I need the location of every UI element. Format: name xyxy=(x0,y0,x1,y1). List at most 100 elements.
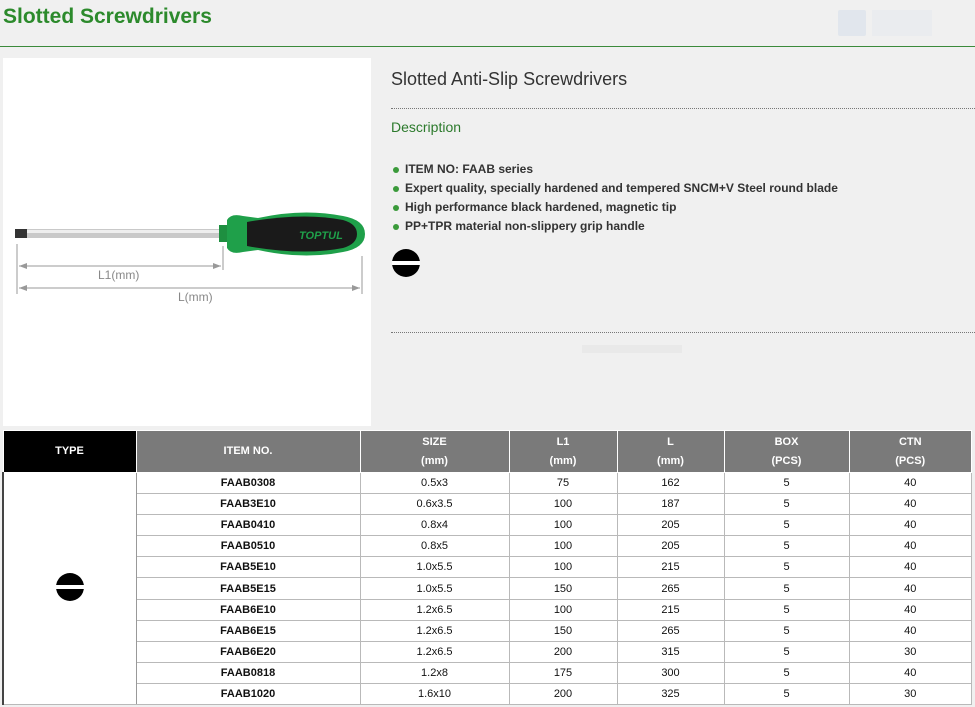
box-cell: 5 xyxy=(723,598,850,621)
size-cell: 0.6x3.5 xyxy=(359,493,510,516)
l-cell: 325 xyxy=(616,682,725,706)
table-row: FAAB3E10 0.6x3.5 100 187 5 40 xyxy=(3,493,972,516)
l1-cell: 100 xyxy=(508,493,618,516)
ctn-cell: 40 xyxy=(848,556,972,579)
product-name: Slotted Anti-Slip Screwdrivers xyxy=(391,69,628,89)
ctn-cell: 40 xyxy=(848,577,972,600)
size-cell: 1.2x8 xyxy=(359,661,510,684)
product-image: TOPTUL L1(mm) L(mm) xyxy=(3,58,371,426)
size-cell: 0.5x3 xyxy=(359,471,510,495)
bullet-icon xyxy=(393,166,399,173)
table-row: FAAB6E20 1.2x6.5 200 315 5 30 xyxy=(3,640,972,663)
header-l1: L1 (mm) xyxy=(508,430,618,473)
bullet-icon xyxy=(393,204,399,211)
header-l: L (mm) xyxy=(616,430,725,473)
size-cell: 1.0x5.5 xyxy=(359,556,510,579)
bullet-icon xyxy=(393,223,399,230)
description-heading: Description xyxy=(391,119,462,135)
ctn-cell: 40 xyxy=(848,661,972,684)
l1-cell: 200 xyxy=(508,640,618,663)
facebook-icon[interactable] xyxy=(838,10,866,36)
ctn-cell: 40 xyxy=(848,619,972,642)
l-cell: 265 xyxy=(616,577,725,600)
ctn-cell: 30 xyxy=(848,682,972,706)
ctn-cell: 40 xyxy=(848,514,972,537)
header-item-no: ITEM NO. xyxy=(135,430,361,473)
item-no-cell: FAAB0308 xyxy=(135,471,361,495)
size-cell: 1.2x6.5 xyxy=(359,640,510,663)
feature-item: High performance black hardened, magneti… xyxy=(393,198,838,217)
box-cell: 5 xyxy=(723,493,850,516)
l1-cell: 100 xyxy=(508,598,618,621)
share-widget[interactable] xyxy=(872,10,932,36)
l-cell: 300 xyxy=(616,661,725,684)
header-size: SIZE (mm) xyxy=(359,430,510,473)
l1-cell: 150 xyxy=(508,619,618,642)
l-cell: 205 xyxy=(616,535,725,558)
divider xyxy=(391,108,975,109)
box-cell: 5 xyxy=(723,556,850,579)
l-cell: 187 xyxy=(616,493,725,516)
feature-item: ITEM NO: FAAB series xyxy=(393,160,838,179)
size-cell: 1.6x10 xyxy=(359,682,510,706)
header-ctn: CTN (PCS) xyxy=(848,430,972,473)
item-no-cell: FAAB6E20 xyxy=(135,640,361,663)
header-divider xyxy=(0,46,975,47)
table-row: FAAB5E10 1.0x5.5 100 215 5 40 xyxy=(3,556,972,579)
l-cell: 265 xyxy=(616,619,725,642)
page-title: Slotted Screwdrivers xyxy=(3,5,212,28)
ctn-cell: 40 xyxy=(848,493,972,516)
l1-cell: 100 xyxy=(508,535,618,558)
table-row: FAAB6E15 1.2x6.5 150 265 5 40 xyxy=(3,619,972,642)
box-cell: 5 xyxy=(723,619,850,642)
spec-table: TYPE ITEM NO. SIZE (mm) L1 (mm) L (mm) BOX(… xyxy=(2,430,972,706)
box-cell: 5 xyxy=(723,577,850,600)
l1-cell: 175 xyxy=(508,661,618,684)
screwdriver-illustration: TOPTUL L1(mm) L(mm) xyxy=(15,212,365,304)
l-cell: 215 xyxy=(616,556,725,579)
table-row: FAAB0410 0.8x4 100 205 5 40 xyxy=(3,514,972,537)
table-header-row: TYPE ITEM NO. SIZE (mm) L1 (mm) L (mm) BOX(… xyxy=(2,430,972,473)
l1-cell: 100 xyxy=(508,514,618,537)
faint-bar xyxy=(582,345,682,353)
ctn-cell: 30 xyxy=(848,640,972,663)
item-no-cell: FAAB6E10 xyxy=(135,598,361,621)
slotted-tip-icon xyxy=(55,573,84,602)
bullet-icon xyxy=(393,185,399,192)
l1-cell: 200 xyxy=(508,682,618,706)
item-no-cell: FAAB6E15 xyxy=(135,619,361,642)
brand-logo: TOPTUL xyxy=(299,230,343,242)
size-cell: 1.0x5.5 xyxy=(359,577,510,600)
box-cell: 5 xyxy=(723,514,850,537)
table-row: FAAB1020 1.6x10 200 325 5 30 xyxy=(3,682,972,706)
ctn-cell: 40 xyxy=(848,535,972,558)
item-no-cell: FAAB3E10 xyxy=(135,493,361,516)
table-row: FAAB6E10 1.2x6.5 100 215 5 40 xyxy=(3,598,972,621)
item-no-cell: FAAB0510 xyxy=(135,535,361,558)
box-cell: 5 xyxy=(723,682,850,706)
table-row: FAAB0510 0.8x5 100 205 5 40 xyxy=(3,535,972,558)
l-cell: 315 xyxy=(616,640,725,663)
box-cell: 5 xyxy=(723,661,850,684)
ctn-cell: 40 xyxy=(848,471,972,495)
size-cell: 1.2x6.5 xyxy=(359,598,510,621)
l1-dimension-label: L1(mm) xyxy=(98,268,139,282)
item-no-cell: FAAB5E10 xyxy=(135,556,361,579)
size-cell: 1.2x6.5 xyxy=(359,619,510,642)
ctn-cell: 40 xyxy=(848,598,972,621)
slotted-tip-icon xyxy=(392,249,420,277)
box-cell: 5 xyxy=(723,535,850,558)
table-row: FAAB0818 1.2x8 175 300 5 40 xyxy=(3,661,972,684)
feature-item: PP+TPR material non-slippery grip handle xyxy=(393,217,838,236)
item-no-cell: FAAB0818 xyxy=(135,661,361,684)
item-no-cell: FAAB1020 xyxy=(135,682,361,706)
feature-item: Expert quality, specially hardened and t… xyxy=(393,179,838,198)
item-no-cell: FAAB5E15 xyxy=(135,577,361,600)
size-cell: 0.8x5 xyxy=(359,535,510,558)
item-no-cell: FAAB0410 xyxy=(135,514,361,537)
box-cell: 5 xyxy=(723,640,850,663)
l1-cell: 150 xyxy=(508,577,618,600)
type-cell xyxy=(2,471,137,706)
header-type: TYPE xyxy=(2,430,137,473)
size-cell: 0.8x4 xyxy=(359,514,510,537)
